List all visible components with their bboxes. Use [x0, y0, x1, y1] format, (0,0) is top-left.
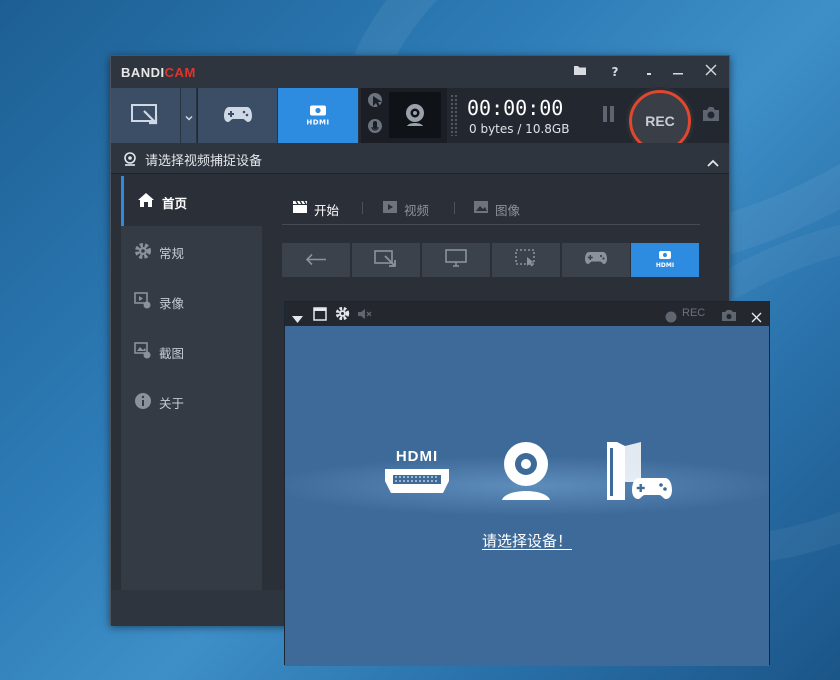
console-device-option[interactable] — [603, 440, 673, 502]
mode-selector: HDMI — [282, 243, 700, 277]
minimize-button[interactable] — [667, 62, 689, 82]
video-icon — [134, 292, 152, 314]
help-button[interactable]: ? — [604, 62, 626, 82]
tab-start[interactable]: 开始 — [292, 198, 354, 218]
monitor-icon — [445, 249, 467, 271]
device-panel — [361, 88, 447, 143]
tab-video[interactable]: 视频 — [382, 198, 444, 218]
chevron-down-icon — [184, 106, 193, 125]
info-icon — [134, 392, 152, 414]
game-console-icon — [607, 442, 672, 500]
chevron-up-icon[interactable] — [707, 152, 719, 171]
toolbar: HDMI 00:00:00 0 bytes / 10.8GB REC — [111, 88, 729, 152]
file-size-status: 0 bytes / 10.8GB — [469, 122, 570, 136]
webcam-preview[interactable] — [389, 92, 441, 138]
window-icon[interactable] — [313, 306, 327, 325]
webcam-device-option[interactable] — [498, 440, 554, 502]
record-dot-icon[interactable] — [665, 308, 677, 327]
webcam-icon — [406, 104, 424, 126]
grip-dots — [450, 94, 458, 136]
webcam-icon — [123, 151, 137, 170]
clapperboard-icon — [292, 200, 308, 217]
app-logo: BANDICAM — [121, 65, 196, 80]
sidebar-item-general[interactable]: 常规 — [121, 226, 262, 276]
video-icon — [382, 200, 398, 217]
arrow-left-icon — [305, 251, 327, 270]
tab-image[interactable]: 图像 — [473, 198, 535, 218]
device-select-area: HDMI 请选择设备！ — [285, 326, 769, 666]
speaker-mute-icon[interactable] — [357, 306, 373, 325]
tab-divider — [362, 202, 363, 214]
hdmi-device-icon: HDMI — [305, 105, 331, 126]
cursor-effect-icon[interactable] — [367, 92, 383, 116]
dashed-region-icon — [515, 249, 537, 271]
hdmi-text-logo: HDMI — [395, 448, 439, 465]
hdmi-device-icon: HDMI — [655, 251, 675, 269]
recording-timer: 00:00:00 — [467, 96, 564, 120]
title-bar: BANDICAM ? — [111, 56, 729, 88]
screenshot-camera-icon[interactable] — [701, 106, 721, 124]
gamepad-icon — [223, 104, 253, 128]
home-icon — [137, 192, 155, 212]
rectangle-cursor-icon — [130, 102, 162, 130]
gear-icon[interactable] — [335, 306, 350, 325]
tab-underline — [282, 224, 700, 225]
overlay-rec-label[interactable]: REC — [682, 307, 705, 319]
image-icon — [134, 342, 152, 364]
back-button[interactable] — [282, 243, 351, 277]
pause-button[interactable] — [601, 106, 617, 124]
sidebar-item-about[interactable]: 关于 — [121, 376, 262, 426]
tab-divider — [454, 202, 455, 214]
minimize-to-tray-button[interactable] — [638, 62, 660, 82]
camera-icon[interactable] — [721, 307, 737, 326]
device-mode-button[interactable]: HDMI — [278, 88, 359, 143]
close-button[interactable] — [700, 62, 722, 82]
game-mode-button[interactable] — [198, 88, 278, 143]
sidebar-item-image[interactable]: 截图 — [121, 326, 262, 376]
device-capture-window: REC HDMI 请选择设备！ — [284, 301, 770, 666]
rectangle-mode-button[interactable] — [111, 88, 181, 143]
mode-dropdown-button[interactable] — [181, 88, 197, 143]
close-icon[interactable] — [751, 308, 762, 327]
folder-icon[interactable] — [569, 62, 591, 82]
sidebar-item-video[interactable]: 录像 — [121, 276, 262, 326]
gear-icon — [134, 242, 152, 264]
sidebar-item-home[interactable]: 首页 — [121, 176, 262, 226]
sidebar: 首页 常规 录像 截图 关于 — [121, 176, 262, 590]
section-title: 请选择视频捕捉设备 — [145, 154, 263, 169]
gamepad-icon — [584, 250, 608, 270]
device-mode-option[interactable]: HDMI — [631, 243, 700, 277]
image-icon — [473, 200, 489, 217]
webcam-icon — [502, 442, 550, 500]
rectangle-mode-option[interactable] — [352, 243, 421, 277]
select-device-link[interactable]: 请选择设备！ — [285, 530, 769, 551]
section-header: 请选择视频捕捉设备 — [111, 143, 729, 174]
region-mode-option[interactable] — [492, 243, 561, 277]
microphone-icon[interactable] — [367, 118, 383, 142]
hdmi-connector-icon — [385, 469, 449, 493]
rectangle-cursor-icon — [374, 249, 398, 271]
game-mode-option[interactable] — [562, 243, 631, 277]
overlay-toolbar: REC — [285, 302, 769, 326]
hdmi-device-option[interactable]: HDMI — [383, 448, 451, 497]
fullscreen-mode-option[interactable] — [422, 243, 491, 277]
